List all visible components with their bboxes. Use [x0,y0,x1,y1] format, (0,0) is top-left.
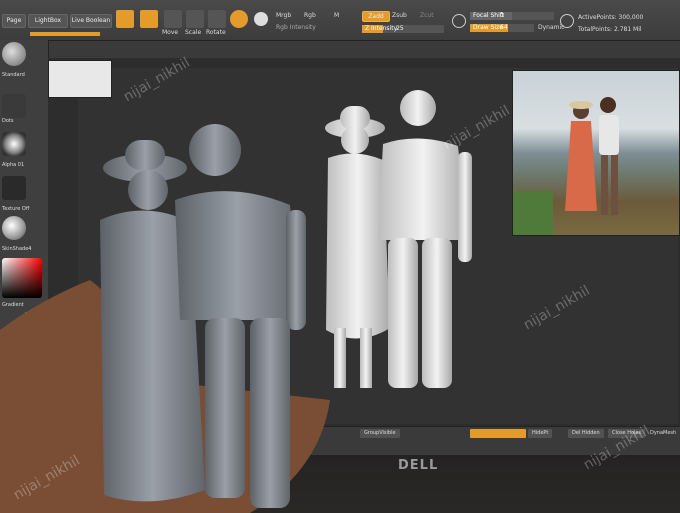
dell-logo: DELL [398,458,439,473]
printed-figurine [0,124,330,513]
